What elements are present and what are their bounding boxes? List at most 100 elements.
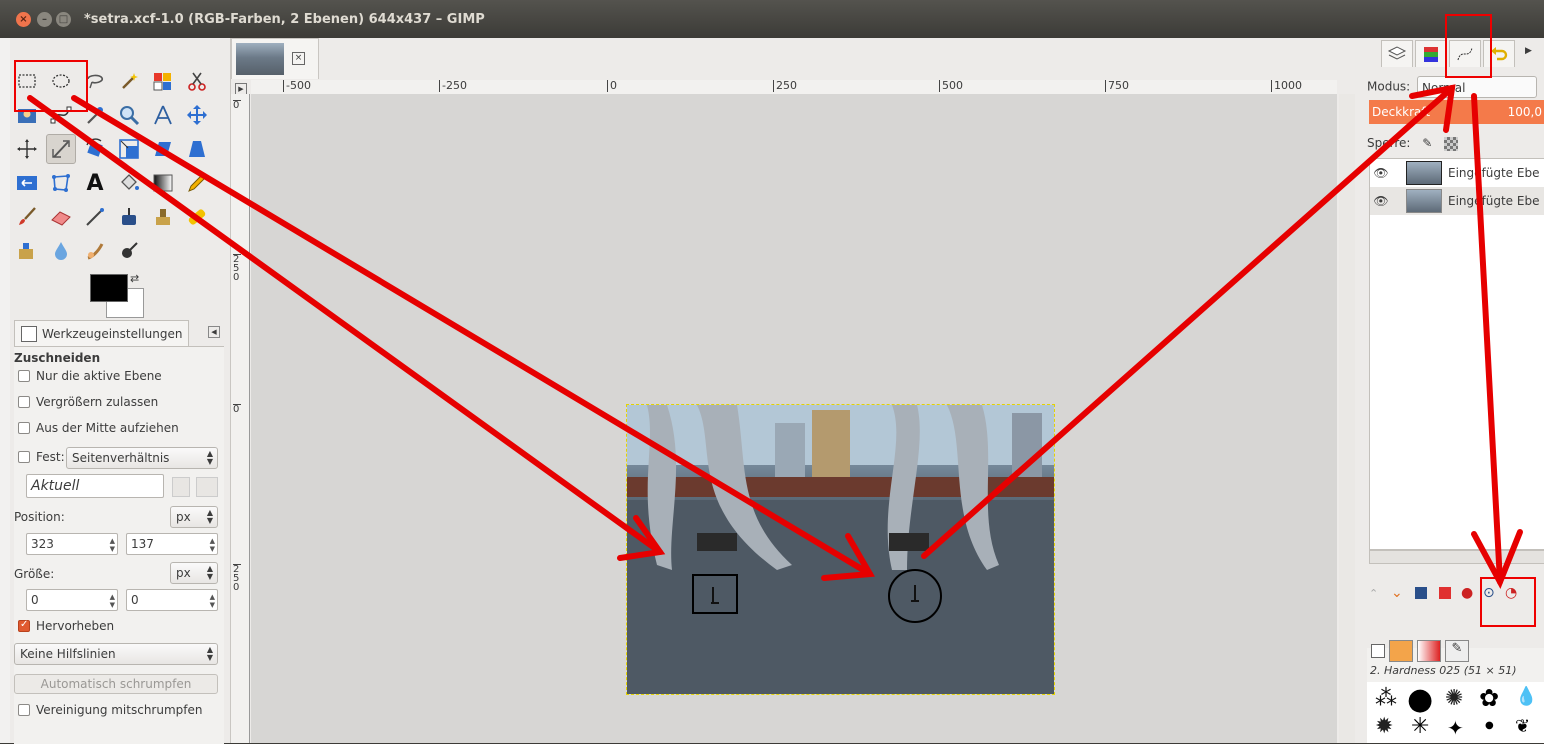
spin-arrows-icon[interactable]: ▲ ▼ <box>110 537 115 553</box>
swap-colors-icon[interactable]: ⇄ <box>130 272 139 285</box>
guides-select[interactable]: Keine Hilfslinien ▲ ▼ <box>14 643 218 665</box>
allow-growing-checkbox[interactable] <box>18 396 30 408</box>
duplicate-layer-icon[interactable] <box>1415 587 1427 599</box>
size-w-input[interactable]: 0 ▲ ▼ <box>26 589 118 611</box>
opacity-slider[interactable]: Deckkraft 100,0 <box>1369 100 1544 124</box>
fg-bg-colors[interactable]: ⇄ <box>90 272 146 318</box>
layer-row[interactable]: 👁 Eingefügte Ebe <box>1370 187 1544 215</box>
dock-menu-icon[interactable]: ▶ <box>1525 46 1532 56</box>
shrink-merged-option[interactable]: Vereinigung mitschrumpfen <box>18 703 203 717</box>
crop-tool[interactable] <box>46 134 76 164</box>
close-window-button[interactable]: × <box>16 12 31 27</box>
align-tool[interactable] <box>12 134 42 164</box>
tab-layers[interactable] <box>1381 40 1413 67</box>
brush-grid[interactable]: ⁂ ● ✺ ✿ 💧 ✹ ✳ ✦ ● ❦ <box>1367 682 1544 743</box>
brush-item[interactable]: ❦ <box>1515 716 1530 737</box>
canvas-area[interactable] <box>251 94 1337 743</box>
brush-item[interactable]: ● <box>1407 682 1433 717</box>
fixed-option[interactable]: Fest: <box>18 450 65 464</box>
spin-arrows-icon[interactable]: ▲ ▼ <box>210 593 215 609</box>
portrait-button[interactable] <box>172 477 190 497</box>
raise-layer-icon[interactable]: ⌃ <box>1369 587 1383 601</box>
heal-tool[interactable] <box>182 202 212 232</box>
color-select-tool[interactable] <box>148 66 178 96</box>
dodge-burn-tool[interactable] <box>114 236 144 266</box>
position-x-input[interactable]: 323 ▲ ▼ <box>26 533 118 555</box>
maximize-window-button[interactable]: □ <box>56 12 71 27</box>
scissors-tool[interactable] <box>182 66 212 96</box>
measure-tool[interactable] <box>148 100 178 130</box>
scale-tool[interactable] <box>114 134 144 164</box>
lock-alpha-icon[interactable] <box>1444 136 1459 151</box>
brush-edit-icon[interactable]: ✎ <box>1445 640 1469 662</box>
paintbrush-tool[interactable] <box>12 202 42 232</box>
only-active-layer-option[interactable]: Nur die aktive Ebene <box>18 369 162 383</box>
pattern-icon[interactable] <box>1389 640 1413 662</box>
mode-select[interactable]: Normal <box>1417 76 1538 98</box>
blur-tool[interactable] <box>46 236 76 266</box>
brush-item[interactable]: ✹ <box>1375 714 1393 739</box>
fixed-mode-select[interactable]: Seitenverhältnis ▲ ▼ <box>66 447 218 469</box>
fixed-checkbox[interactable] <box>18 451 30 463</box>
visibility-eye-icon[interactable]: 👁 <box>1370 194 1392 208</box>
image-tab[interactable]: × <box>231 38 319 79</box>
cage-tool[interactable] <box>46 168 76 198</box>
vertical-scrollbar[interactable] <box>1339 94 1355 743</box>
only-active-layer-checkbox[interactable] <box>18 370 30 382</box>
move-tool[interactable] <box>182 100 212 130</box>
tab-tool-options[interactable]: Werkzeugeinstellungen <box>14 320 190 347</box>
vertical-ruler[interactable]: 0 250 0 250 <box>231 94 250 743</box>
shear-tool[interactable] <box>148 134 178 164</box>
anchor-layer-icon[interactable] <box>1439 587 1451 599</box>
brush-view-icon[interactable] <box>1371 644 1385 658</box>
autoshrink-button[interactable]: Automatisch schrumpfen <box>14 674 218 694</box>
size-h-input[interactable]: 0 ▲ ▼ <box>126 589 218 611</box>
lock-pixels-icon[interactable]: ✎ <box>1422 136 1432 150</box>
size-unit-select[interactable]: px ▲ ▼ <box>170 562 218 584</box>
pencil-tool[interactable] <box>182 168 212 198</box>
perspective-clone-tool[interactable] <box>12 236 42 266</box>
horizontal-ruler[interactable]: -500 -250 0 250 500 750 1000 <box>251 80 1337 95</box>
clone-tool[interactable] <box>148 202 178 232</box>
brush-item[interactable]: ✦ <box>1447 716 1464 740</box>
minimize-window-button[interactable]: – <box>37 12 52 27</box>
gradient-swatch-icon[interactable] <box>1417 640 1441 662</box>
layers-list[interactable]: 👁 Eingefügte Ebe 👁 Eingefügte Ebe <box>1369 158 1544 550</box>
highlight-option[interactable]: Hervorheben <box>18 619 114 633</box>
aspect-entry[interactable]: Aktuell <box>26 474 164 498</box>
allow-growing-option[interactable]: Vergrößern zulassen <box>18 395 158 409</box>
eraser-tool[interactable] <box>46 202 76 232</box>
shrink-merged-checkbox[interactable] <box>18 704 30 716</box>
spin-arrows-icon[interactable]: ▲ ▼ <box>210 537 215 553</box>
visibility-eye-icon[interactable]: 👁 <box>1370 166 1392 180</box>
lower-layer-icon[interactable]: ⌄ <box>1391 585 1403 601</box>
smudge-tool[interactable] <box>80 236 110 266</box>
layer-row[interactable]: 👁 Eingefügte Ebe <box>1370 159 1544 187</box>
brush-item[interactable]: ● <box>1485 720 1494 731</box>
airbrush-tool[interactable] <box>80 202 110 232</box>
expand-center-checkbox[interactable] <box>18 422 30 434</box>
tab-menu-icon[interactable]: ◀ <box>208 326 220 338</box>
tab-channels[interactable] <box>1415 40 1447 67</box>
zoom-tool[interactable] <box>114 100 144 130</box>
text-tool[interactable]: A <box>80 168 110 198</box>
layers-hscrollbar[interactable] <box>1369 550 1544 564</box>
merge-layer-icon[interactable]: ● <box>1461 585 1473 601</box>
position-y-input[interactable]: 137 ▲ ▼ <box>126 533 218 555</box>
brush-item[interactable]: ✺ <box>1445 686 1463 711</box>
position-unit-select[interactable]: px ▲ ▼ <box>170 506 218 528</box>
landscape-button[interactable] <box>196 477 218 497</box>
close-tab-icon[interactable]: × <box>292 52 305 65</box>
image-canvas[interactable] <box>626 404 1055 695</box>
bucket-fill-tool[interactable] <box>114 168 144 198</box>
brush-item[interactable]: ⁂ <box>1375 686 1397 711</box>
highlight-checkbox[interactable] <box>18 619 30 632</box>
ink-tool[interactable] <box>114 202 144 232</box>
perspective-tool[interactable] <box>182 134 212 164</box>
rotate-tool[interactable] <box>80 134 110 164</box>
spin-arrows-icon[interactable]: ▲ ▼ <box>110 593 115 609</box>
gradient-tool[interactable] <box>148 168 178 198</box>
fuzzy-select-tool[interactable] <box>114 66 144 96</box>
brush-item[interactable]: ✿ <box>1479 684 1499 712</box>
brush-item[interactable]: ✳ <box>1411 714 1429 739</box>
